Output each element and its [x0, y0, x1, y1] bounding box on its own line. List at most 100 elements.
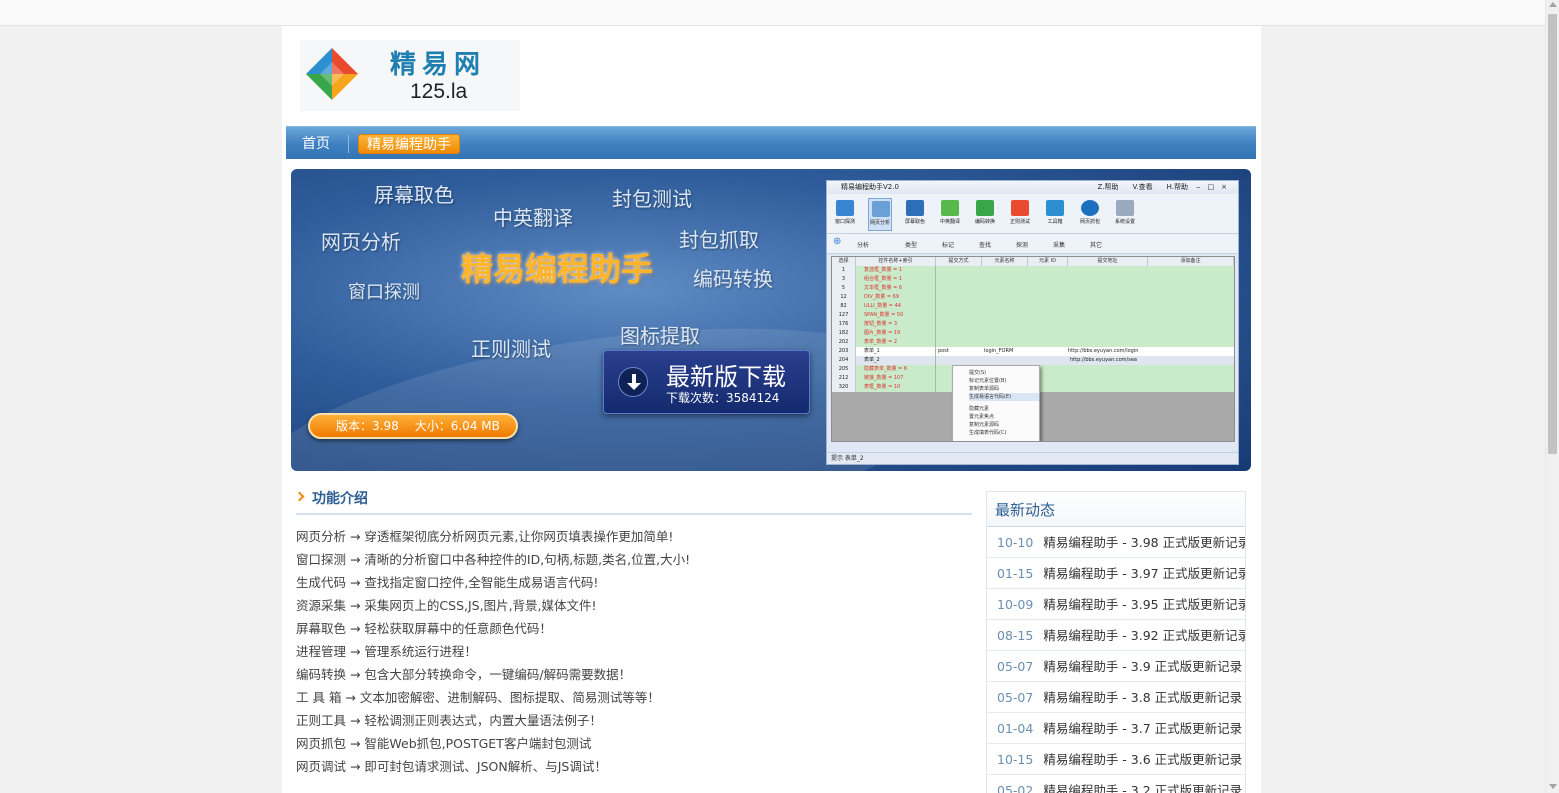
grid-row-method: post [938, 348, 949, 354]
news-item[interactable]: 01-04 精易编程助手 - 3.7 正式版更新记录 [987, 713, 1245, 744]
grid-row-number: 127 [832, 311, 856, 320]
grid-row: 1 复选框_数量 = 1 [832, 266, 1234, 275]
news-item[interactable]: 08-15 精易编程助手 - 3.92 正式版更新记录 [987, 620, 1245, 651]
toolbar-icon: 屏幕取色 [903, 198, 927, 231]
download-arrow-icon [618, 367, 648, 397]
news-link[interactable]: 精易编程助手 - 3.95 正式版更新记录 [1043, 597, 1245, 612]
toolbar-icon-label: 工具箱 [1047, 219, 1063, 225]
toolbar-icon-label: 网页分析 [869, 220, 890, 226]
news-header: 最新动态 [987, 492, 1245, 527]
main-nav: 首页 精易编程助手 [286, 126, 1256, 159]
download-count: 下载次数：3584124 [666, 391, 780, 405]
nav-item-home[interactable]: 首页 [302, 134, 330, 154]
toolbar-icon-label: 编码转换 [974, 219, 995, 225]
version-label: 版本：3.98 [336, 419, 399, 433]
grid-row-url: http://bbs.eyuyan.com/sea [936, 356, 1234, 365]
banner-feature: 封包抓取 [679, 228, 759, 252]
banner-feature: 网页分析 [321, 230, 401, 254]
grid-row-control: 隐藏表单_数量 = 6 [856, 365, 936, 374]
grid-row-number: 320 [832, 383, 856, 392]
window-controls-icon: ‒□× [1196, 183, 1234, 191]
grid-header-cell: 元素 ID [1028, 257, 1068, 266]
news-date: 01-15 [997, 566, 1034, 581]
grid-row-element: login_FORM [984, 348, 1014, 354]
news-item[interactable]: 10-09 精易编程助手 - 3.95 正式版更新记录 [987, 589, 1245, 620]
banner-feature: 正则测试 [471, 337, 551, 361]
scrollbar-thumb[interactable] [1548, 14, 1557, 454]
nav-item-programming-assistant[interactable]: 精易编程助手 [358, 134, 460, 154]
grid-row-number: 182 [832, 329, 856, 338]
grid-header-cell: 提交地址 [1068, 257, 1148, 266]
app-menu-item: H.帮助 [1166, 183, 1188, 191]
app-title: 精易编程助手V2.0 [841, 183, 899, 191]
news-link[interactable]: 精易编程助手 - 3.2 正式版更新记录 [1043, 783, 1242, 793]
app-menu-item: V.查看 [1132, 183, 1153, 191]
toolbar-icon-label: 系统设置 [1114, 219, 1135, 225]
grid-row-number: 203 [832, 347, 856, 356]
news-item[interactable]: 01-15 精易编程助手 - 3.97 正式版更新记录 [987, 558, 1245, 589]
feature-item: 窗口探测 → 清晰的分析窗口中各种控件的ID,句柄,标题,类名,位置,大小! [296, 552, 691, 567]
toolbar-icon: 窗口探测 [833, 198, 857, 231]
grid-row-number: 176 [832, 320, 856, 329]
news-link[interactable]: 精易编程助手 - 3.7 正式版更新记录 [1043, 721, 1242, 736]
banner-feature: 屏幕取色 [374, 183, 454, 207]
feature-item: 网页抓包 → 智能Web抓包,POSTGET客户端封包测试 [296, 736, 592, 751]
grid-row-number: 212 [832, 374, 856, 383]
app-statusbar: 提示 表单_2 [827, 452, 1238, 464]
grid-header-cell: 选择 [832, 257, 856, 266]
toolbar-icon: 系统设置 [1113, 198, 1137, 231]
grid-row-url: http://bbs.eyuyan.com/login [1068, 348, 1139, 354]
chevron-right-icon [294, 491, 305, 502]
scroll-down-arrow-icon[interactable] [1549, 784, 1557, 789]
tool-item: 查找 [979, 242, 992, 249]
toolbar-icon-label: 正则测试 [1009, 219, 1030, 225]
news-item[interactable]: 05-02 精易编程助手 - 3.2 正式版更新记录 [987, 775, 1245, 793]
news-item[interactable]: 10-15 精易编程助手 - 3.6 正式版更新记录 [987, 744, 1245, 775]
news-link[interactable]: 精易编程助手 - 3.6 正式版更新记录 [1043, 752, 1242, 767]
grid-row-control: 组合框_数量 = 1 [856, 275, 936, 284]
grid-row-number: 3 [832, 275, 856, 284]
app-menu-item: Z.帮助 [1097, 183, 1119, 191]
news-item[interactable]: 05-07 精易编程助手 - 3.8 正式版更新记录 [987, 682, 1245, 713]
grid-row: 203 表单_1 post login_FORM http://bbs.eyuyan.c… [832, 347, 1234, 356]
toolbar-icon-label: 网页抓包 [1079, 219, 1100, 225]
grid-row: 5 文本框_数量 = 6 [832, 284, 1234, 293]
news-link[interactable]: 精易编程助手 - 3.97 正式版更新记录 [1043, 566, 1245, 581]
scroll-up-arrow-icon[interactable] [1549, 2, 1557, 7]
feature-item: 生成代码 → 查找指定窗口控件,全智能生成易语言代码! [296, 575, 599, 590]
news-link[interactable]: 精易编程助手 - 3.9 正式版更新记录 [1043, 659, 1242, 674]
toolbar-icon: 正则测试 [1008, 198, 1032, 231]
grid-row-number: 205 [832, 365, 856, 374]
site-logo[interactable]: 精易网 125.la [300, 40, 520, 111]
news-item[interactable]: 10-10 精易编程助手 - 3.98 正式版更新记录 [987, 527, 1245, 558]
context-menu-item: 复制元素源码 [969, 422, 1000, 428]
page-scrollbar[interactable] [1545, 0, 1559, 793]
product-banner[interactable]: 屏幕取色 中英翻译 封包测试 网页分析 封包抓取 编码转换 窗口探测 图标提取 … [291, 169, 1251, 471]
news-link[interactable]: 精易编程助手 - 3.92 正式版更新记录 [1043, 628, 1245, 643]
app-toolbar-icons: 窗口探测 网页分析 屏幕取色 中英翻译 编码转换 正则测试 工具箱 网页抓包 系… [827, 194, 1238, 234]
grid-row: 3 组合框_数量 = 1 [832, 275, 1234, 284]
news-item[interactable]: 05-07 精易编程助手 - 3.9 正式版更新记录 [987, 651, 1245, 682]
grid-row: 202 表单_数量 = 2 [832, 338, 1234, 347]
features-section-header: 功能介绍 [294, 488, 972, 515]
toolbar-icon: 编码转换 [973, 198, 997, 231]
download-latest-button[interactable]: 最新版下载 下载次数：3584124 [603, 350, 810, 414]
tool-item: 类型 [905, 242, 918, 249]
context-menu-item: 标记元素位置(B) [969, 378, 1007, 384]
news-link[interactable]: 精易编程助手 - 3.98 正式版更新记录 [1043, 535, 1245, 550]
app-toolstrip: ⊕ 分析 类型 标记 查找 探测 采集 其它 [827, 234, 1238, 254]
grid-header-cell: 添加备注 [1148, 257, 1234, 266]
feature-item: 网页分析 → 穿透框架彻底分析网页元素,让你网页填表操作更加简单! [296, 529, 674, 544]
banner-title-reflection: 精易编程助手 [461, 254, 654, 273]
grid-header-cell: 元素名称 [982, 257, 1028, 266]
app-menu: Z.帮助 V.查看 H.帮助 [1083, 181, 1188, 194]
news-date: 05-07 [997, 659, 1034, 674]
news-link[interactable]: 精易编程助手 - 3.8 正式版更新记录 [1043, 690, 1242, 705]
news-date: 05-07 [997, 690, 1034, 705]
logo-domain: 125.la [410, 80, 468, 103]
grid-row-control: 链接_数量 = 107 [856, 374, 936, 383]
toolbar-icon: 网页分析 [868, 198, 892, 231]
download-title: 最新版下载 [666, 363, 786, 391]
tool-item: 标记 [942, 242, 955, 249]
context-menu-item: 提交(S) [969, 370, 987, 376]
